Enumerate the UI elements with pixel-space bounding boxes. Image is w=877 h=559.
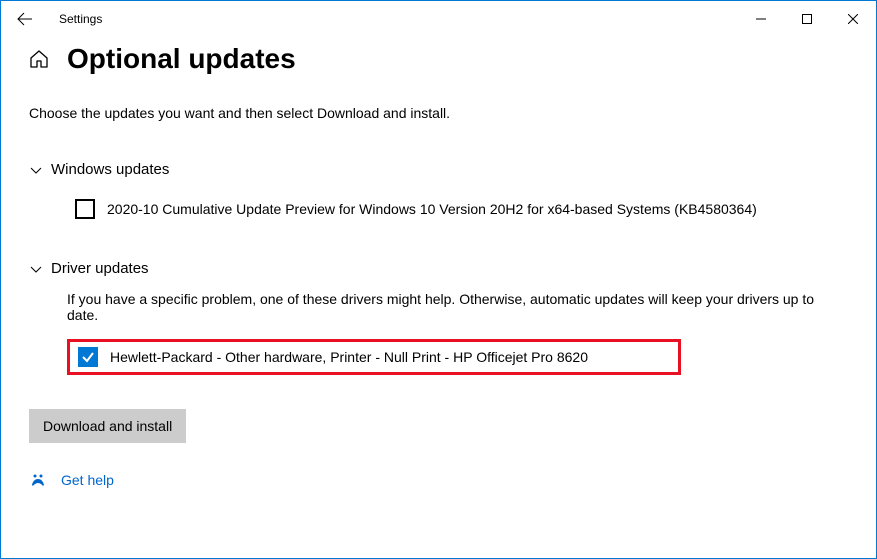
windows-updates-title: Windows updates	[51, 161, 169, 178]
minimize-button[interactable]	[738, 3, 784, 35]
maximize-icon	[802, 14, 812, 24]
titlebar: Settings	[1, 1, 876, 37]
home-icon[interactable]	[29, 49, 49, 69]
driver-updates-header[interactable]: Driver updates	[29, 260, 848, 277]
update-label: Hewlett-Packard - Other hardware, Printe…	[110, 349, 588, 365]
download-install-button[interactable]: Download and install	[29, 409, 186, 443]
chevron-down-icon	[29, 163, 43, 177]
maximize-button[interactable]	[784, 3, 830, 35]
page-title: Optional updates	[67, 43, 296, 75]
checkbox-checked[interactable]	[78, 347, 98, 367]
driver-updates-section: Driver updates If you have a specific pr…	[29, 260, 848, 375]
help-icon	[29, 471, 47, 489]
close-icon	[848, 14, 858, 24]
help-row: Get help	[29, 471, 848, 489]
content-area: Optional updates Choose the updates you …	[1, 37, 876, 489]
close-button[interactable]	[830, 3, 876, 35]
checkbox-unchecked[interactable]	[75, 199, 95, 219]
update-label: 2020-10 Cumulative Update Preview for Wi…	[107, 201, 757, 217]
highlighted-driver-row[interactable]: Hewlett-Packard - Other hardware, Printe…	[67, 339, 681, 375]
list-item[interactable]: 2020-10 Cumulative Update Preview for Wi…	[67, 192, 848, 226]
chevron-down-icon	[29, 262, 43, 276]
back-button[interactable]	[9, 3, 41, 35]
driver-updates-title: Driver updates	[51, 260, 149, 277]
intro-text: Choose the updates you want and then sel…	[29, 105, 848, 121]
minimize-icon	[756, 14, 766, 24]
windows-updates-section: Windows updates 2020-10 Cumulative Updat…	[29, 161, 848, 226]
window-controls	[738, 3, 876, 35]
back-arrow-icon	[17, 11, 33, 27]
driver-updates-hint: If you have a specific problem, one of t…	[67, 291, 848, 323]
app-title: Settings	[59, 12, 102, 26]
windows-updates-header[interactable]: Windows updates	[29, 161, 848, 178]
checkmark-icon	[81, 350, 95, 364]
page-header: Optional updates	[29, 43, 848, 75]
get-help-link[interactable]: Get help	[61, 472, 114, 488]
